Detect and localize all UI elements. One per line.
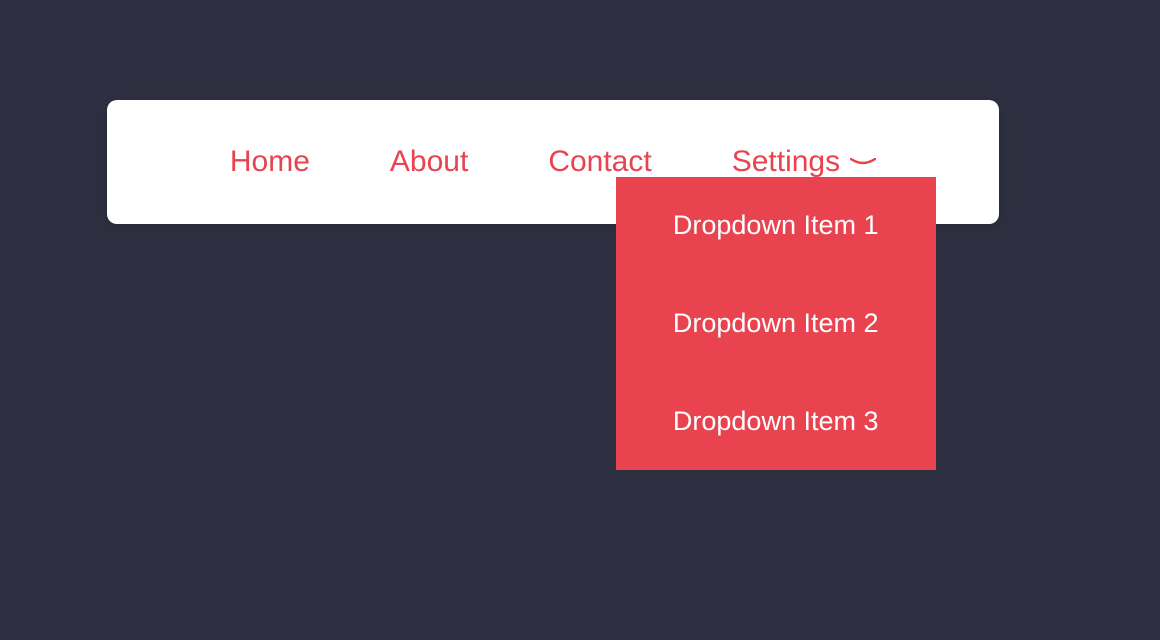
- nav-link-home[interactable]: Home: [230, 145, 310, 179]
- nav-item-settings: Settings Dropdown Item 1 Dropdown Item 2: [732, 145, 876, 179]
- nav-item-contact: Contact: [548, 145, 651, 179]
- dropdown-item: Dropdown Item 2: [616, 275, 936, 373]
- nav-item-home: Home: [230, 145, 310, 179]
- dropdown-item: Dropdown Item 3: [616, 373, 936, 471]
- chevron-down-icon: [850, 158, 876, 166]
- dropdown-link-1[interactable]: Dropdown Item 1: [616, 177, 936, 275]
- nav-item-about: About: [390, 145, 468, 179]
- nav-link-about[interactable]: About: [390, 145, 468, 179]
- dropdown-label: Dropdown Item 2: [673, 308, 879, 338]
- dropdown-link-2[interactable]: Dropdown Item 2: [616, 275, 936, 373]
- dropdown-link-3[interactable]: Dropdown Item 3: [616, 373, 936, 471]
- nav-label-about: About: [390, 145, 468, 179]
- dropdown-item: Dropdown Item 1: [616, 177, 936, 275]
- nav-link-settings[interactable]: Settings: [732, 145, 876, 179]
- nav-link-contact[interactable]: Contact: [548, 145, 651, 179]
- nav-list: Home About Contact Settings: [230, 145, 876, 179]
- dropdown-label: Dropdown Item 1: [673, 210, 879, 240]
- nav-label-contact: Contact: [548, 145, 651, 179]
- settings-dropdown: Dropdown Item 1 Dropdown Item 2 Dropdown…: [616, 177, 936, 470]
- nav-label-home: Home: [230, 145, 310, 179]
- dropdown-label: Dropdown Item 3: [673, 406, 879, 436]
- navbar: Home About Contact Settings: [107, 100, 999, 224]
- nav-label-settings: Settings: [732, 145, 840, 179]
